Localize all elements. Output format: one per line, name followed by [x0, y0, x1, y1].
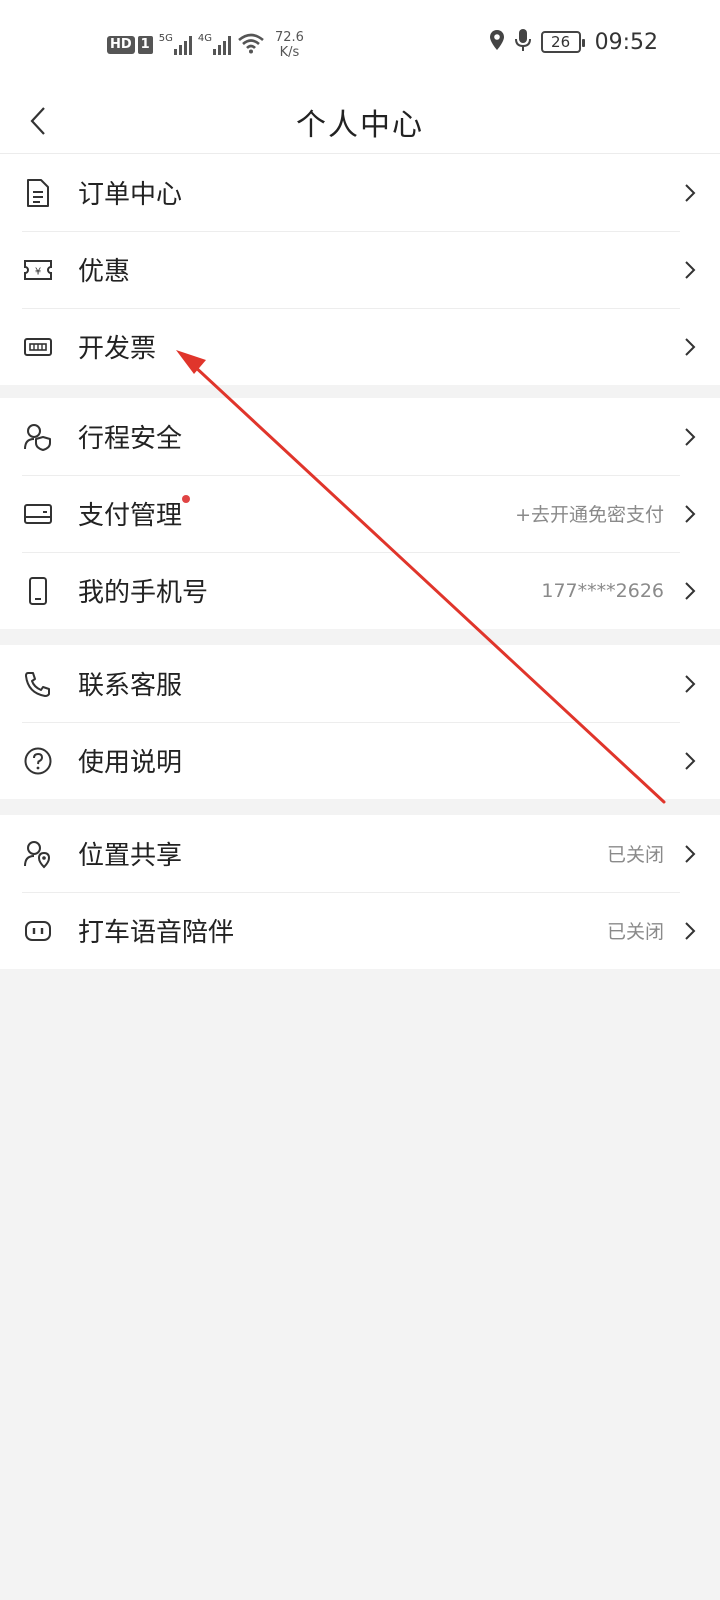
chevron-right-icon: [682, 843, 698, 865]
menu-item-invoice[interactable]: 开发票: [0, 308, 720, 385]
chevron-right-icon: [682, 750, 698, 772]
top-nav-bar: 个人中心: [0, 90, 720, 154]
user-shield-icon: [22, 421, 54, 453]
svg-text:¥: ¥: [35, 266, 41, 277]
speed-unit: K/s: [279, 45, 300, 60]
chevron-right-icon: [682, 426, 698, 448]
menu-item-label: 我的手机号: [78, 578, 209, 608]
wifi-icon: [237, 32, 265, 58]
battery-indicator: 26: [540, 31, 585, 53]
menu-item-customer-service[interactable]: 联系客服: [0, 645, 720, 722]
help-icon: [22, 745, 54, 777]
chevron-right-icon: [682, 580, 698, 602]
chevron-right-icon: [682, 336, 698, 358]
payment-label-text: 支付管理: [78, 501, 183, 531]
document-icon: [22, 177, 54, 209]
menu-group-orders: 订单中心 ¥ 优惠 开发票: [0, 154, 720, 385]
menu-item-label: 订单中心: [78, 180, 183, 210]
net-speed: 72.6 K/s: [275, 30, 304, 60]
menu-item-coupons[interactable]: ¥ 优惠: [0, 231, 720, 308]
menu-item-label: 支付管理: [78, 495, 191, 532]
chevron-right-icon: [682, 182, 698, 204]
menu-item-value: 已关闭: [606, 844, 664, 866]
speed-value: 72.6: [274, 30, 304, 45]
menu-item-value: 已关闭: [606, 921, 664, 943]
hd-badge: HD: [107, 36, 135, 54]
voice-companion-icon: [22, 915, 54, 947]
menu-item-label: 使用说明: [78, 748, 183, 778]
menu-group-settings: 位置共享 已关闭 打车语音陪伴 已关闭: [0, 815, 720, 969]
location-icon: [489, 29, 505, 55]
menu-item-label: 联系客服: [78, 671, 183, 701]
menu-item-orders[interactable]: 订单中心: [0, 154, 720, 231]
call-icon: [22, 668, 54, 700]
chevron-right-icon: [682, 259, 698, 281]
menu-item-trip-safety[interactable]: 行程安全: [0, 398, 720, 475]
notification-dot: [182, 495, 191, 503]
menu-item-label: 打车语音陪伴: [78, 918, 235, 948]
clock: 09:52: [594, 29, 658, 55]
menu-item-location-share[interactable]: 位置共享 已关闭: [0, 815, 720, 892]
menu-item-voice-companion[interactable]: 打车语音陪伴 已关闭: [0, 892, 720, 969]
menu-item-label: 行程安全: [78, 424, 183, 454]
chevron-right-icon: [682, 673, 698, 695]
menu-item-label: 位置共享: [78, 841, 183, 871]
cellular-5g-icon: 5G: [158, 33, 192, 55]
menu-group-support: 联系客服 使用说明: [0, 645, 720, 799]
net1-label: 5G: [158, 33, 173, 44]
microphone-icon: [514, 28, 531, 56]
status-bar: HD 1 5G 4G 72.6 K/s 26 09:52: [0, 0, 720, 90]
menu-item-payment[interactable]: 支付管理 +去开通免密支付: [0, 475, 720, 552]
invoice-icon: [22, 331, 54, 363]
net2-label: 4G: [197, 33, 212, 44]
sim-badge: 1: [137, 36, 153, 54]
card-icon: [22, 498, 54, 530]
location-share-icon: [22, 838, 54, 870]
menu-item-value: 177****2626: [541, 579, 664, 602]
menu-item-label: 开发票: [78, 334, 157, 364]
menu-item-value: +去开通免密支付: [515, 504, 664, 526]
chevron-right-icon: [682, 920, 698, 942]
menu-item-instructions[interactable]: 使用说明: [0, 722, 720, 799]
cellular-4g-icon: 4G: [197, 33, 231, 55]
menu-group-account: 行程安全 支付管理 +去开通免密支付 我的手机号 177****2626: [0, 398, 720, 629]
menu-item-phone[interactable]: 我的手机号 177****2626: [0, 552, 720, 629]
menu-item-label: 优惠: [78, 257, 131, 287]
chevron-right-icon: [682, 503, 698, 525]
page-title: 个人中心: [296, 108, 424, 143]
phone-icon: [22, 575, 54, 607]
coupon-icon: ¥: [22, 254, 54, 286]
